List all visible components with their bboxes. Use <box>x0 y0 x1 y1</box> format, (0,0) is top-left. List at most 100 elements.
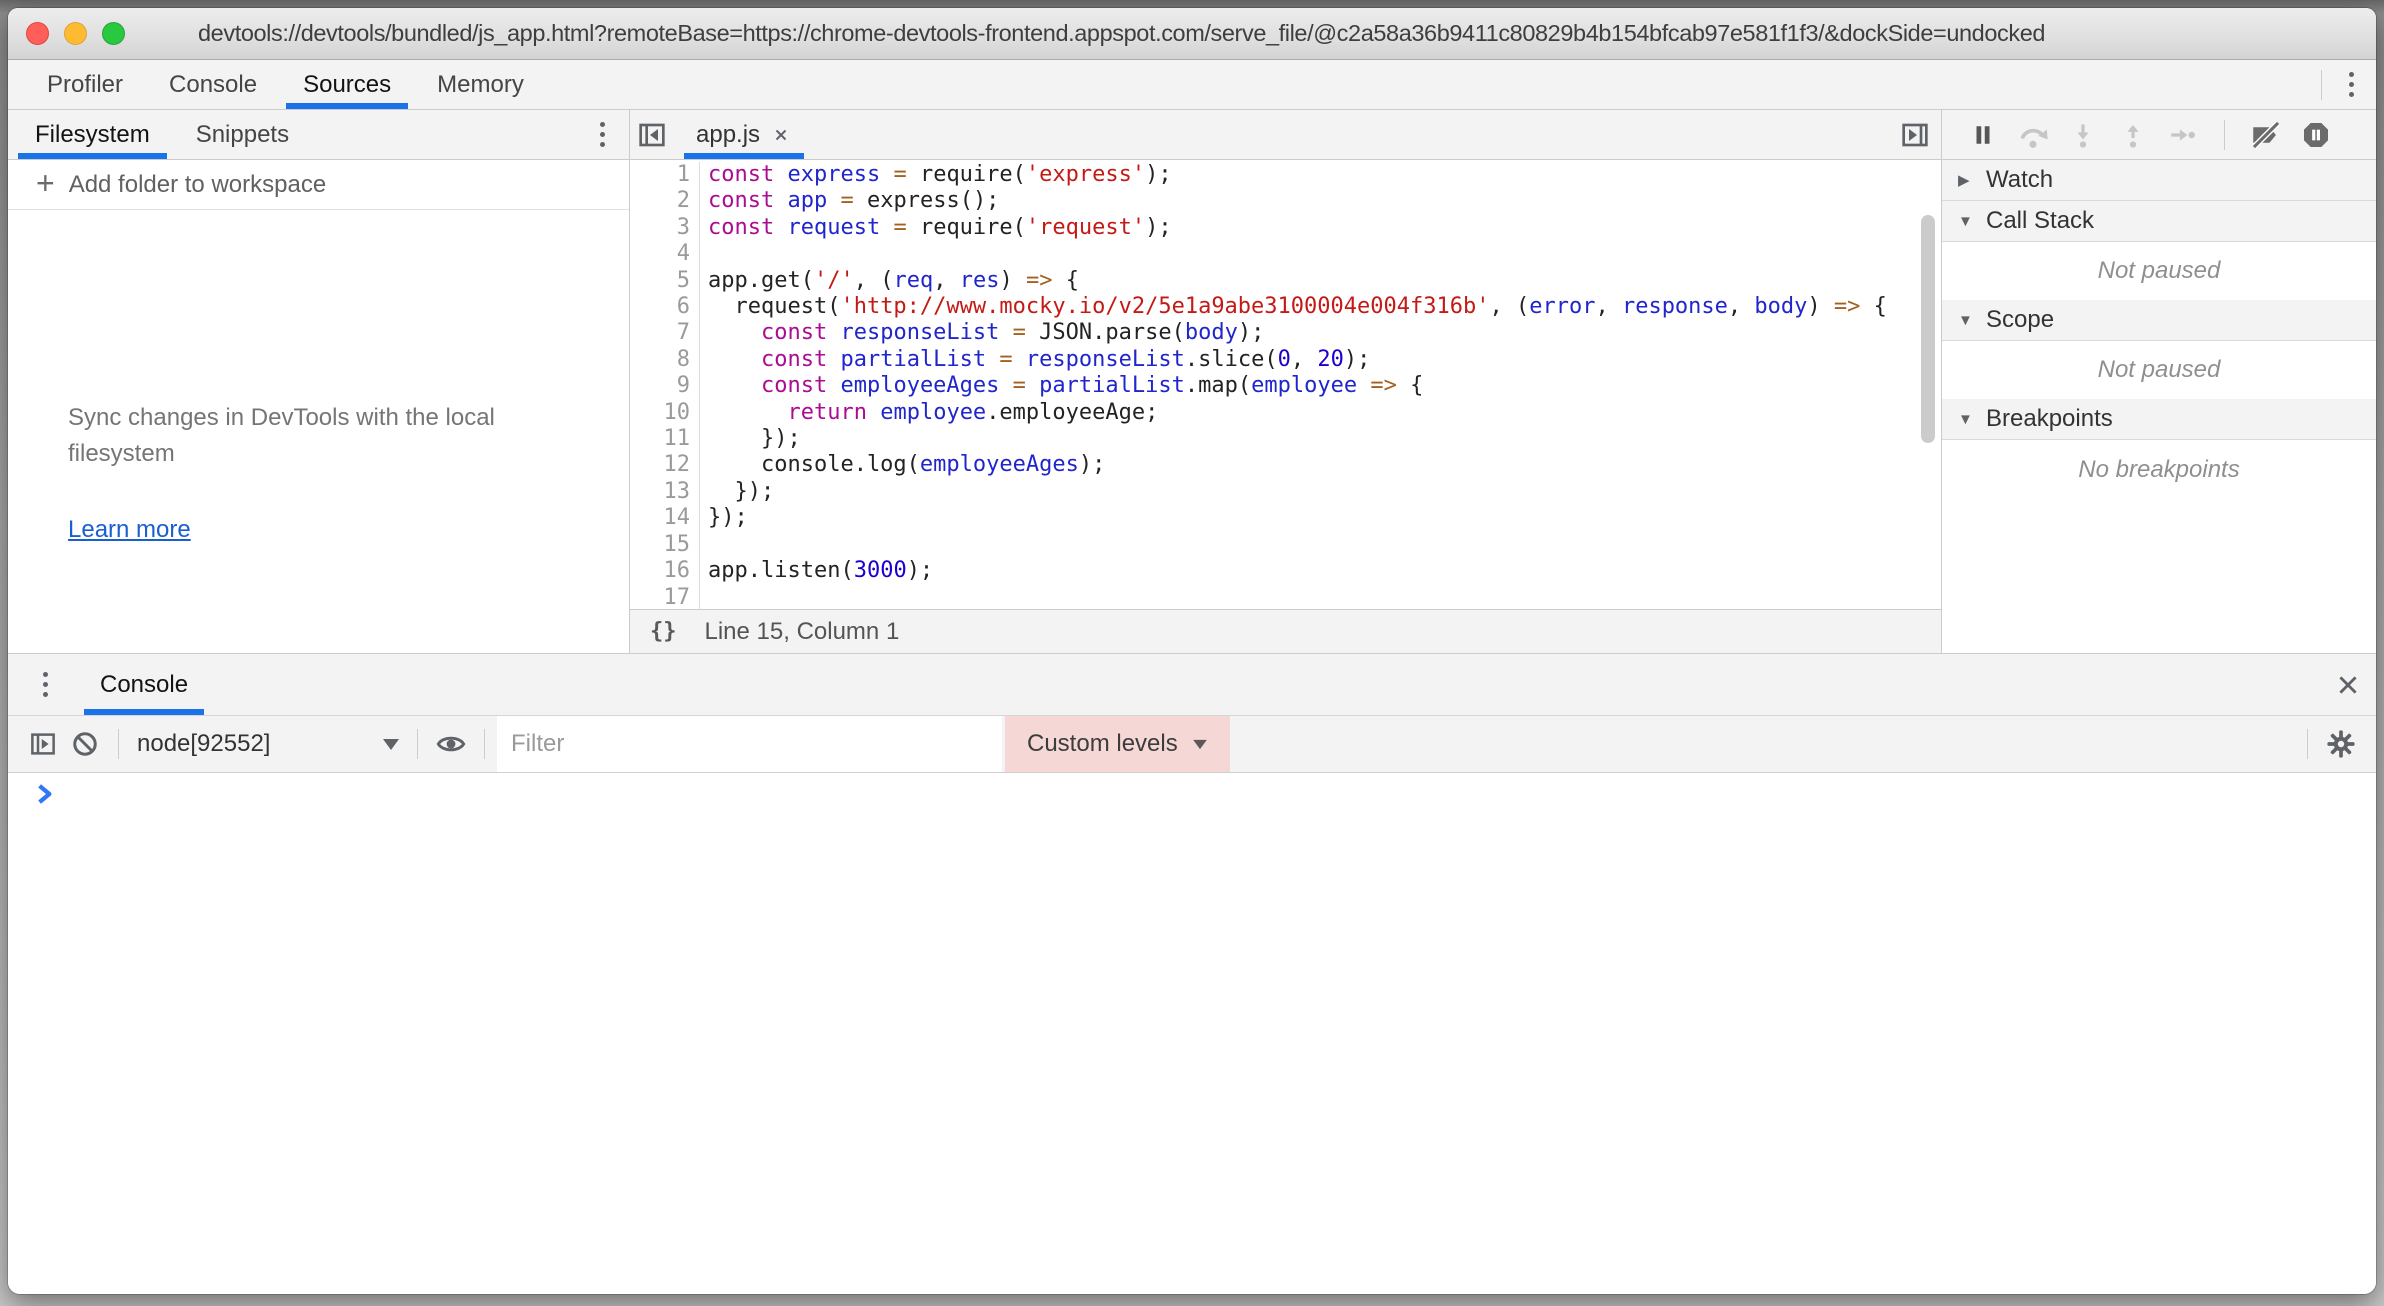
section-breakpoints[interactable]: ▼ Breakpoints <box>1942 399 2376 440</box>
step-over-icon[interactable] <box>2012 115 2054 155</box>
code-line[interactable]: app.get('/', (req, res) => { <box>708 268 1941 294</box>
console-prompt-icon <box>32 781 58 807</box>
editor-pane: app.js 1234567891011121314151617 <box>629 110 1941 653</box>
tab-console[interactable]: Console <box>152 60 274 109</box>
navigator-tabbar: Filesystem Snippets <box>8 110 629 160</box>
zoom-window-button[interactable] <box>102 22 125 45</box>
code-line[interactable] <box>708 585 1941 610</box>
line-number: 5 <box>630 268 690 294</box>
debugger-sidebar: ▶ Watch ▼ Call Stack Not paused ▼ Scope … <box>1941 110 2376 653</box>
minimize-window-button[interactable] <box>64 22 87 45</box>
code-line[interactable]: console.log(employeeAges); <box>708 452 1941 478</box>
line-number: 9 <box>630 373 690 399</box>
devtools-window: devtools://devtools/bundled/js_app.html?… <box>8 8 2376 1294</box>
divider <box>2321 70 2322 100</box>
show-debugger-icon[interactable] <box>1893 110 1937 159</box>
navigator-kebab-icon[interactable] <box>585 122 619 147</box>
line-number: 2 <box>630 188 690 214</box>
caret-down-icon <box>383 739 399 750</box>
live-expression-eye-icon[interactable] <box>430 724 472 764</box>
hide-navigator-icon[interactable] <box>630 110 674 159</box>
code-line[interactable]: const app = express(); <box>708 188 1941 214</box>
console-messages[interactable] <box>8 773 2376 1294</box>
learn-more-link[interactable]: Learn more <box>68 516 191 544</box>
editor-tabbar: app.js <box>630 110 1941 160</box>
code-line[interactable]: }); <box>708 505 1941 531</box>
code-line[interactable] <box>708 532 1941 558</box>
code-content[interactable]: const express = require('express');const… <box>700 162 1941 609</box>
line-number: 12 <box>630 452 690 478</box>
step-into-icon[interactable] <box>2062 115 2104 155</box>
code-line[interactable]: }); <box>708 479 1941 505</box>
code-line[interactable] <box>708 241 1941 267</box>
console-filter-input[interactable] <box>497 716 1002 772</box>
execution-context-select[interactable]: node[92552] <box>137 730 399 758</box>
add-folder-button[interactable]: + Add folder to workspace <box>8 160 629 210</box>
deactivate-breakpoints-icon[interactable] <box>2245 115 2287 155</box>
code-line[interactable]: request('http://www.mocky.io/v2/5e1a9abe… <box>708 294 1941 320</box>
close-tab-icon[interactable] <box>772 126 790 144</box>
close-console-icon[interactable] <box>2320 654 2376 715</box>
tab-profiler[interactable]: Profiler <box>30 60 140 109</box>
sources-panel: Filesystem Snippets + Add folder to work… <box>8 110 2376 653</box>
navigator-sidebar: Filesystem Snippets + Add folder to work… <box>8 110 629 653</box>
line-number: 3 <box>630 215 690 241</box>
step-out-icon[interactable] <box>2112 115 2154 155</box>
line-number: 14 <box>630 505 690 531</box>
step-icon[interactable] <box>2162 115 2204 155</box>
line-number: 17 <box>630 585 690 610</box>
code-line[interactable]: return employee.employeeAge; <box>708 400 1941 426</box>
code-line[interactable]: }); <box>708 426 1941 452</box>
tab-filesystem[interactable]: Filesystem <box>18 110 167 159</box>
code-line[interactable]: app.listen(3000); <box>708 558 1941 584</box>
tab-sources[interactable]: Sources <box>286 60 408 109</box>
tab-snippets[interactable]: Snippets <box>179 110 306 159</box>
pause-script-icon[interactable] <box>1962 115 2004 155</box>
navigator-empty-state: Sync changes in DevTools with the local … <box>8 210 629 653</box>
code-line[interactable]: const employeeAges = partialList.map(emp… <box>708 373 1941 399</box>
code-line[interactable]: const express = require('express'); <box>708 162 1941 188</box>
section-scope[interactable]: ▼ Scope <box>1942 300 2376 341</box>
caret-down-icon <box>1193 739 1207 748</box>
window-title: devtools://devtools/bundled/js_app.html?… <box>198 20 2356 47</box>
editor-tab-appjs[interactable]: app.js <box>684 110 804 159</box>
chevron-right-icon: ▶ <box>1958 171 1976 189</box>
section-watch[interactable]: ▶ Watch <box>1942 160 2376 201</box>
add-folder-label: Add folder to workspace <box>69 171 326 199</box>
code-editor[interactable]: 1234567891011121314151617 const express … <box>630 160 1941 609</box>
divider <box>417 729 418 759</box>
code-line[interactable]: const partialList = responseList.slice(0… <box>708 347 1941 373</box>
main-tabbar: Profiler Console Sources Memory <box>8 60 2376 110</box>
call-stack-body: Not paused <box>1942 242 2376 300</box>
line-number: 15 <box>630 532 690 558</box>
line-number: 11 <box>630 426 690 452</box>
main-menu-kebab-icon[interactable] <box>2334 72 2368 97</box>
pause-on-exceptions-icon[interactable] <box>2295 115 2337 155</box>
section-label: Call Stack <box>1986 207 2094 235</box>
editor-status-bar: {} Line 15, Column 1 <box>630 609 1941 653</box>
custom-levels-label: Custom levels <box>1027 730 1178 758</box>
chevron-down-icon: ▼ <box>1958 213 1976 230</box>
code-line[interactable]: const request = require('request'); <box>708 215 1941 241</box>
line-number: 13 <box>630 479 690 505</box>
close-window-button[interactable] <box>26 22 49 45</box>
console-menu-kebab-icon[interactable] <box>28 672 62 697</box>
tab-console-drawer[interactable]: Console <box>84 654 204 715</box>
tab-memory[interactable]: Memory <box>420 60 541 109</box>
section-call-stack[interactable]: ▼ Call Stack <box>1942 201 2376 242</box>
pretty-print-icon[interactable]: {} <box>650 619 677 644</box>
section-label: Scope <box>1986 306 2054 334</box>
editor-scrollbar[interactable] <box>1921 215 1935 443</box>
scope-body: Not paused <box>1942 341 2376 399</box>
custom-levels-dropdown[interactable]: Custom levels <box>1005 716 1230 772</box>
console-settings-gear-icon[interactable] <box>2320 724 2362 764</box>
section-label: Watch <box>1986 166 2053 194</box>
code-line[interactable]: const responseList = JSON.parse(body); <box>708 320 1941 346</box>
clear-console-icon[interactable] <box>64 724 106 764</box>
console-tab-row: Console <box>8 654 2376 716</box>
divider <box>484 729 485 759</box>
line-number-gutter[interactable]: 1234567891011121314151617 <box>630 162 700 609</box>
line-number: 7 <box>630 320 690 346</box>
show-console-sidebar-icon[interactable] <box>22 724 64 764</box>
sync-description: Sync changes in DevTools with the local … <box>68 400 518 472</box>
